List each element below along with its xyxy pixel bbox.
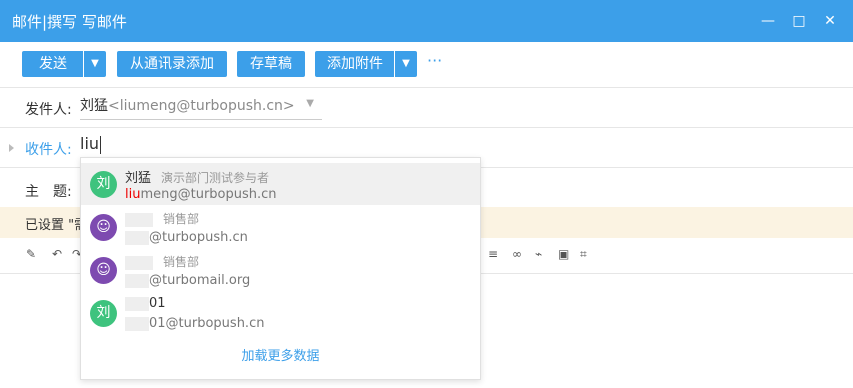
- chevron-down-icon: ▼: [306, 98, 314, 109]
- suggestion-name-line: 01: [125, 296, 166, 311]
- align-icon[interactable]: ≡: [488, 247, 498, 261]
- suggestion-email-rest: @turbopush.cn: [149, 230, 248, 245]
- more-options-icon[interactable]: ···: [427, 51, 442, 70]
- notice-text: 已设置 "需: [25, 218, 88, 233]
- avatar: 刘: [90, 300, 117, 327]
- suggestion-name-line: 刘猛 演示部门测试参与者: [125, 167, 269, 186]
- unlink-icon[interactable]: ⌁: [535, 247, 542, 261]
- avatar: ☺: [90, 214, 117, 241]
- suggestion-item[interactable]: ☺ 销售部 @turbomail.org: [81, 249, 480, 291]
- window-title: 邮件|撰写 写邮件: [12, 13, 127, 31]
- sender-email: <liumeng@turbopush.cn>: [108, 98, 295, 114]
- undo-icon[interactable]: ↶: [52, 247, 62, 261]
- format-painter-icon[interactable]: ✎: [26, 247, 36, 261]
- expand-cc-icon[interactable]: [9, 144, 14, 152]
- suggestion-dept: 销售部: [163, 212, 200, 226]
- suggestion-dept: 销售部: [163, 255, 200, 269]
- sender-select[interactable]: 刘猛<liumeng@turbopush.cn> ▼: [80, 95, 322, 120]
- redacted-email-user: [125, 316, 149, 331]
- recipient-autocomplete: 刘 刘猛 演示部门测试参与者 liumeng@turbopush.cn ☺ 销售部…: [80, 157, 481, 380]
- suggestion-email-rest: 01@turbopush.cn: [149, 316, 265, 331]
- avatar: 刘: [90, 171, 117, 198]
- send-button[interactable]: 发送 ▼: [22, 51, 106, 77]
- recipient-label[interactable]: 收件人:: [25, 139, 72, 159]
- suggestion-name: 01: [149, 296, 166, 311]
- suggestion-email-rest: @turbomail.org: [149, 273, 251, 288]
- suggestion-name-line: 销售部: [125, 253, 199, 270]
- suggestion-email: liumeng@turbopush.cn: [125, 187, 277, 202]
- maximize-icon[interactable]: □: [789, 11, 809, 31]
- save-draft-label: 存草稿: [250, 56, 292, 72]
- redacted-name: [125, 255, 153, 270]
- subject-label: 主 题:: [25, 184, 72, 200]
- suggestion-email: @turbopush.cn: [125, 230, 248, 245]
- sender-label: 发件人:: [25, 102, 72, 118]
- save-draft-button[interactable]: 存草稿: [237, 51, 305, 77]
- suggestion-name: 刘猛: [125, 171, 152, 186]
- link-icon[interactable]: ∞: [512, 247, 522, 261]
- attachment-options-chevron-down-icon[interactable]: ▼: [394, 51, 417, 77]
- suggestion-item[interactable]: 刘 01 01@turbopush.cn: [81, 292, 480, 334]
- suggestion-email-rest: meng@turbopush.cn: [140, 187, 277, 202]
- suggestion-email-highlight: liu: [125, 187, 141, 202]
- window-titlebar: 邮件|撰写 写邮件 — □ ✕: [0, 0, 853, 42]
- suggestion-item[interactable]: 刘 刘猛 演示部门测试参与者 liumeng@turbopush.cn: [81, 163, 480, 205]
- avatar: ☺: [90, 257, 117, 284]
- minimize-icon[interactable]: —: [758, 11, 778, 31]
- suggestion-dept: 演示部门测试参与者: [161, 171, 270, 185]
- recipient-input-value: liu: [80, 134, 100, 153]
- send-button-label: 发送: [39, 56, 67, 72]
- add-attachment-button[interactable]: 添加附件 ▼: [315, 51, 417, 77]
- sender-name: 刘猛: [80, 98, 108, 114]
- crop-icon[interactable]: ⌗: [580, 247, 587, 262]
- redacted-email-user: [125, 273, 149, 288]
- suggestion-item[interactable]: ☺ 销售部 @turbopush.cn: [81, 206, 480, 248]
- close-icon[interactable]: ✕: [820, 11, 840, 31]
- suggestion-email: @turbomail.org: [125, 273, 250, 288]
- image-icon[interactable]: ▣: [558, 247, 569, 261]
- add-from-contacts-label: 从通讯录添加: [130, 56, 214, 72]
- redacted-email-user: [125, 230, 149, 245]
- recipient-input[interactable]: liu: [80, 134, 102, 154]
- send-options-chevron-down-icon[interactable]: ▼: [83, 51, 106, 77]
- redacted-name: [125, 212, 153, 227]
- suggestion-name-line: 销售部: [125, 210, 199, 227]
- add-attachment-label: 添加附件: [327, 56, 383, 72]
- text-cursor: [100, 135, 102, 154]
- redacted-name: [125, 296, 149, 311]
- suggestion-email: 01@turbopush.cn: [125, 316, 264, 331]
- load-more-link[interactable]: 加载更多数据: [81, 345, 480, 364]
- add-from-contacts-button[interactable]: 从通讯录添加: [117, 51, 227, 77]
